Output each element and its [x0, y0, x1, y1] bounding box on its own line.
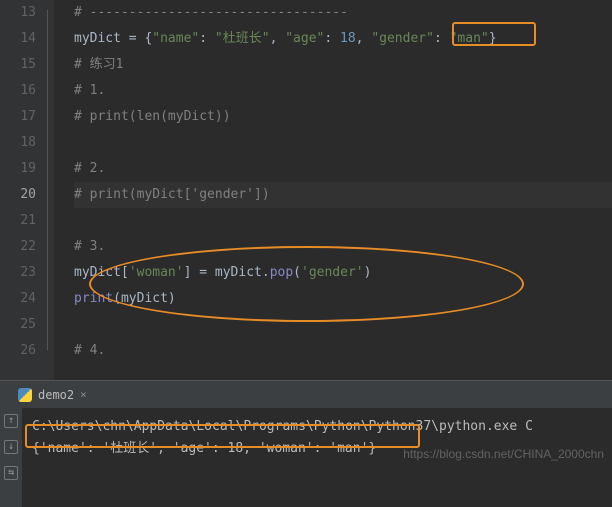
line-number: 21 — [0, 208, 36, 234]
line-number: 18 — [0, 130, 36, 156]
tab-demo2[interactable]: demo2 × — [8, 384, 97, 406]
scroll-up-icon[interactable]: ↑ — [4, 414, 18, 428]
code-line: # --------------------------------- — [74, 0, 612, 26]
close-icon[interactable]: × — [80, 388, 87, 401]
code-content[interactable]: # --------------------------------- myDi… — [54, 0, 612, 380]
line-number: 14 — [0, 26, 36, 52]
code-line: # 3. — [74, 234, 612, 260]
wrap-icon[interactable]: ⇆ — [4, 466, 18, 480]
code-line: # 4. — [74, 338, 612, 364]
line-number: 23 — [0, 260, 36, 286]
tab-label: demo2 — [38, 388, 74, 402]
code-line — [74, 312, 612, 338]
code-line: # 1. — [74, 78, 612, 104]
code-editor[interactable]: 13 14 15 16 17 18 19 20 21 22 23 24 25 2… — [0, 0, 612, 380]
line-number: 25 — [0, 312, 36, 338]
line-number: 16 — [0, 78, 36, 104]
code-line: # print(len(myDict)) — [74, 104, 612, 130]
code-line: print(myDict) — [74, 286, 612, 312]
line-number: 24 — [0, 286, 36, 312]
line-number: 20 — [0, 182, 36, 208]
console-toolbar: ↑ ↓ ⇆ — [0, 408, 22, 507]
python-icon — [18, 388, 32, 402]
line-number: 17 — [0, 104, 36, 130]
console-line: C:\Users\chn\AppData\Local\Programs\Pyth… — [32, 416, 533, 438]
scroll-down-icon[interactable]: ↓ — [4, 440, 18, 454]
code-line: # 2. — [74, 156, 612, 182]
code-line: myDict['woman'] = myDict.pop('gender') — [74, 260, 612, 286]
run-tool-tabs: demo2 × — [0, 380, 612, 408]
code-line-current: # print(myDict['gender']) — [74, 182, 612, 208]
watermark-text: https://blog.csdn.net/CHINA_2000chn — [403, 447, 604, 461]
line-number: 22 — [0, 234, 36, 260]
line-number: 13 — [0, 0, 36, 26]
code-line — [74, 208, 612, 234]
line-number: 19 — [0, 156, 36, 182]
code-line: myDict = {"name": "杜班长", "age": 18, "gen… — [74, 26, 612, 52]
line-number: 15 — [0, 52, 36, 78]
code-line — [74, 130, 612, 156]
code-line: # 练习1 — [74, 52, 612, 78]
line-number-gutter: 13 14 15 16 17 18 19 20 21 22 23 24 25 2… — [0, 0, 54, 380]
line-number: 26 — [0, 338, 36, 364]
